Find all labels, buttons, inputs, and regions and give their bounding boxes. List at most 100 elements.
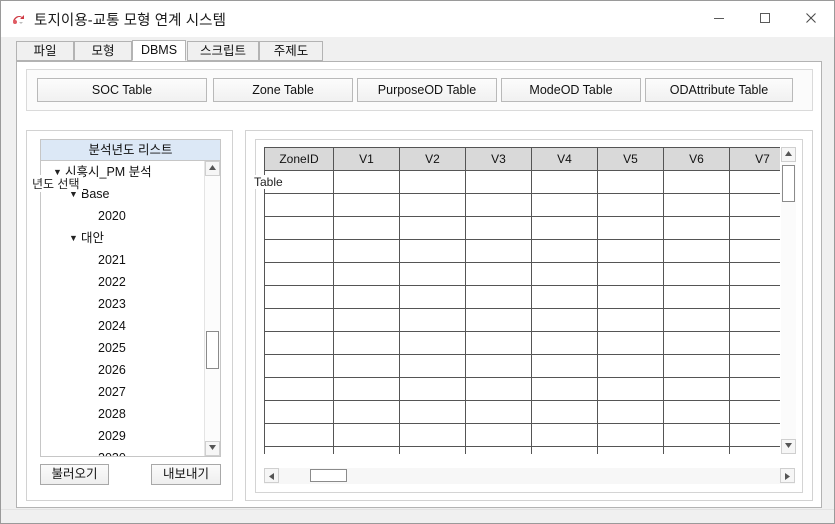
table-cell[interactable] [729, 400, 780, 424]
table-cell[interactable] [531, 331, 598, 355]
column-header[interactable]: V6 [663, 147, 730, 171]
table-cell[interactable] [729, 377, 780, 401]
table-cell[interactable] [465, 446, 532, 454]
table-row[interactable] [264, 446, 780, 454]
table-cell[interactable] [333, 262, 400, 286]
table-cell[interactable] [531, 216, 598, 240]
table-cell[interactable] [333, 216, 400, 240]
table-cell[interactable] [399, 377, 466, 401]
table-cell[interactable] [399, 170, 466, 194]
tree-node[interactable]: 2026 [41, 359, 205, 381]
tree-node[interactable]: 2025 [41, 337, 205, 359]
tree-scroll-thumb[interactable] [206, 331, 219, 369]
table-cell[interactable] [663, 308, 730, 332]
scroll-down-button[interactable] [205, 441, 220, 456]
table-row[interactable] [264, 285, 780, 309]
tab-script[interactable]: 스크립트 [187, 41, 259, 61]
table-cell[interactable] [465, 193, 532, 217]
table-cell[interactable] [333, 446, 400, 454]
table-cell[interactable] [597, 308, 664, 332]
table-cell[interactable] [264, 262, 334, 286]
table-cell[interactable] [333, 377, 400, 401]
tree-node[interactable]: 2022 [41, 271, 205, 293]
table-cell[interactable] [465, 308, 532, 332]
table-cell[interactable] [729, 331, 780, 355]
table-cell[interactable] [597, 285, 664, 309]
table-cell[interactable] [264, 331, 334, 355]
table-cell[interactable] [729, 170, 780, 194]
table-cell[interactable] [597, 216, 664, 240]
column-header[interactable]: ZoneID [264, 147, 334, 171]
table-cell[interactable] [264, 354, 334, 378]
table-cell[interactable] [333, 331, 400, 355]
table-row[interactable] [264, 193, 780, 217]
grid-hscroll-thumb[interactable] [310, 469, 347, 482]
table-cell[interactable] [399, 285, 466, 309]
table-cell[interactable] [465, 170, 532, 194]
tree-node[interactable]: ▼ 대안 [41, 227, 205, 249]
table-cell[interactable] [333, 354, 400, 378]
table-cell[interactable] [729, 193, 780, 217]
table-cell[interactable] [597, 170, 664, 194]
table-cell[interactable] [663, 239, 730, 263]
table-cell[interactable] [663, 377, 730, 401]
column-header[interactable]: V7 [729, 147, 780, 171]
tree-node[interactable]: 2030 [41, 447, 205, 456]
grid-scroll-thumb[interactable] [782, 165, 795, 202]
table-cell[interactable] [729, 354, 780, 378]
load-button[interactable]: 불러오기 [40, 464, 109, 485]
tree-node[interactable]: 2021 [41, 249, 205, 271]
table-cell[interactable] [264, 193, 334, 217]
table-cell[interactable] [399, 400, 466, 424]
table-cell[interactable] [399, 423, 466, 447]
tab-file[interactable]: 파일 [16, 41, 74, 61]
table-row[interactable] [264, 262, 780, 286]
table-cell[interactable] [465, 423, 532, 447]
table-cell[interactable] [333, 193, 400, 217]
column-header[interactable]: V1 [333, 147, 400, 171]
table-row[interactable] [264, 354, 780, 378]
tree-vertical-scrollbar[interactable] [204, 161, 220, 456]
table-cell[interactable] [333, 239, 400, 263]
table-cell[interactable] [465, 239, 532, 263]
tab-dbms[interactable]: DBMS [132, 40, 186, 61]
table-cell[interactable] [531, 308, 598, 332]
table-cell[interactable] [597, 239, 664, 263]
table-row[interactable] [264, 400, 780, 424]
table-cell[interactable] [663, 331, 730, 355]
tree-node[interactable]: 2023 [41, 293, 205, 315]
table-cell[interactable] [597, 446, 664, 454]
tree-node[interactable]: 2024 [41, 315, 205, 337]
table-cell[interactable] [663, 216, 730, 240]
table-cell[interactable] [333, 400, 400, 424]
table-cell[interactable] [729, 446, 780, 454]
data-grid-body[interactable] [264, 170, 780, 454]
table-cell[interactable] [729, 216, 780, 240]
grid-scroll-left-button[interactable] [264, 468, 279, 483]
close-button[interactable] [788, 1, 834, 35]
table-cell[interactable] [531, 446, 598, 454]
table-cell[interactable] [264, 216, 334, 240]
table-cell[interactable] [264, 377, 334, 401]
column-header[interactable]: V2 [399, 147, 466, 171]
table-cell[interactable] [333, 170, 400, 194]
table-cell[interactable] [531, 193, 598, 217]
table-cell[interactable] [399, 193, 466, 217]
table-cell[interactable] [465, 331, 532, 355]
grid-horizontal-scrollbar[interactable] [264, 468, 795, 484]
table-cell[interactable] [597, 331, 664, 355]
chevron-down-icon[interactable]: ▼ [69, 227, 81, 249]
table-cell[interactable] [264, 285, 334, 309]
table-cell[interactable] [531, 170, 598, 194]
table-row[interactable] [264, 308, 780, 332]
grid-scroll-up-button[interactable] [781, 147, 796, 162]
soc-table-button[interactable]: SOC Table [37, 78, 207, 102]
grid-scroll-down-button[interactable] [781, 439, 796, 454]
table-cell[interactable] [465, 354, 532, 378]
table-cell[interactable] [729, 239, 780, 263]
table-cell[interactable] [264, 446, 334, 454]
table-cell[interactable] [597, 262, 664, 286]
table-cell[interactable] [465, 285, 532, 309]
table-cell[interactable] [399, 354, 466, 378]
table-cell[interactable] [597, 193, 664, 217]
